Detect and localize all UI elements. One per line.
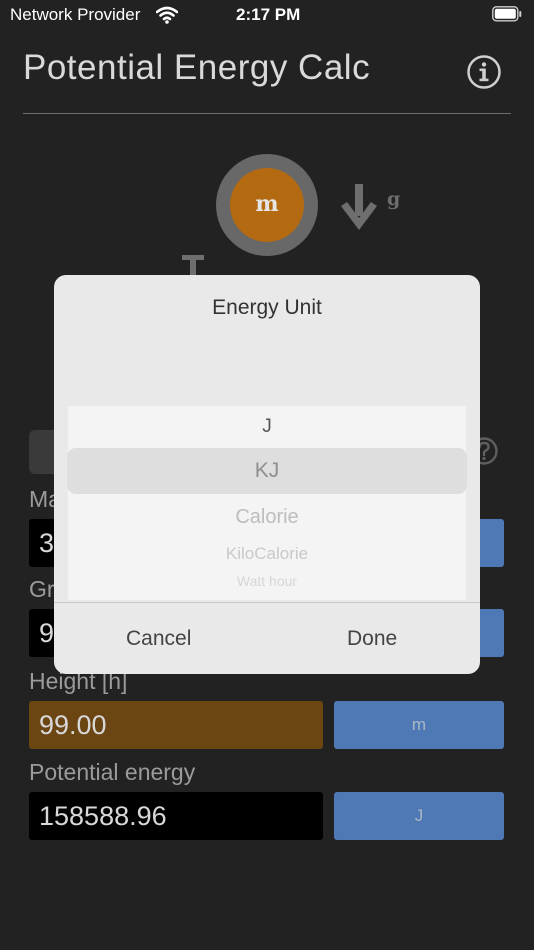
wifi-icon	[156, 6, 178, 24]
picker-option[interactable]: J	[68, 416, 466, 438]
unit-picker-wheel[interactable]: J KJ Calorie KiloCalorie Watt hour	[67, 406, 467, 600]
energy-label: Potential energy	[29, 759, 196, 785]
picker-option[interactable]: Watt hour	[68, 573, 466, 589]
height-input[interactable]: 99.00	[29, 701, 323, 749]
height-marker-icon	[182, 255, 204, 277]
picker-option[interactable]: Calorie	[68, 506, 466, 529]
dialog-divider	[54, 602, 480, 603]
mass-ball-label: m	[255, 191, 279, 217]
page-title: Potential Energy Calc	[23, 48, 371, 87]
gravity-label: g	[387, 188, 401, 210]
cancel-button[interactable]: Cancel	[126, 627, 191, 651]
dialog-title: Energy Unit	[212, 296, 322, 319]
gravity-field-label: Gr	[29, 576, 55, 602]
picker-option-selected[interactable]: KJ	[68, 459, 466, 483]
height-unit-button[interactable]: m	[334, 701, 504, 749]
battery-icon	[492, 6, 522, 22]
header-divider	[23, 113, 511, 114]
energy-output: 158588.96	[29, 792, 323, 840]
gravity-arrow-icon	[341, 184, 377, 230]
info-icon[interactable]	[467, 55, 501, 89]
energy-unit-button[interactable]: J	[334, 792, 504, 840]
status-bar: Network Provider 2:17 PM	[0, 0, 534, 32]
done-button[interactable]: Done	[347, 627, 397, 651]
carrier-name: Network Provider	[10, 5, 141, 24]
energy-unit-picker-dialog: Energy Unit J KJ Calorie KiloCalorie Wat…	[54, 275, 480, 674]
clock: 2:17 PM	[236, 5, 301, 24]
picker-option[interactable]: KiloCalorie	[68, 544, 466, 564]
